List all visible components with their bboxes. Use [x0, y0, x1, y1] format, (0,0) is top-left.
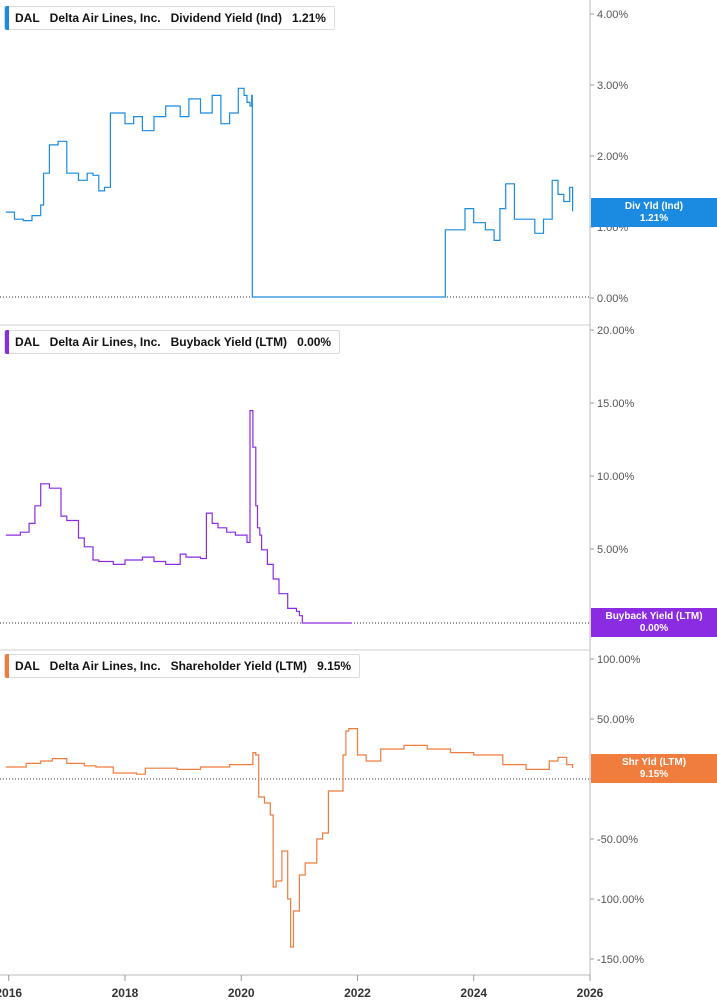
tag-label: Shr Yld (LTM)	[621, 757, 687, 768]
chip-company: Delta Air Lines, Inc.	[49, 11, 161, 25]
y-tick-label: 2.00%	[597, 151, 628, 163]
y-tick-label: -100.00%	[597, 894, 644, 906]
x-tick-label: 2016	[0, 986, 22, 1000]
tag-value: 1.21%	[639, 213, 669, 224]
chip-metric: Shareholder Yield (LTM)	[170, 659, 308, 673]
y-tick-label: 5.00%	[597, 544, 628, 556]
current-value-tag-buyback: Buyback Yield (LTM) 0.00%	[591, 608, 717, 637]
series-line	[5, 410, 352, 624]
x-tick-label: 2024	[460, 986, 487, 1000]
chip-company: Delta Air Lines, Inc.	[49, 659, 161, 673]
legend-chip-shareholder-yield[interactable]: DAL Delta Air Lines, Inc. Shareholder Yi…	[4, 654, 361, 678]
y-tick-label: 20.00%	[597, 325, 635, 337]
y-tick-label: 0.00%	[597, 293, 628, 305]
chip-metric: Buyback Yield (LTM)	[170, 335, 288, 349]
series-line	[5, 728, 574, 948]
current-value-tag-shareholder: Shr Yld (LTM) 9.15%	[591, 754, 717, 783]
tag-value: 9.15%	[639, 769, 669, 780]
chart-panel-2: 20.00% 15.00% 10.00% 5.00%	[0, 324, 635, 624]
tag-label: Buyback Yield (LTM)	[605, 611, 703, 622]
x-tick-label: 2020	[228, 986, 255, 1000]
series-color-swatch	[5, 654, 9, 678]
y-tick-label: 10.00%	[597, 471, 635, 483]
chip-current-value: 0.00%	[297, 335, 332, 349]
y-tick-label: -50.00%	[597, 834, 638, 846]
y-tick-label: 100.00%	[597, 654, 641, 666]
y-tick-label: 4.00%	[597, 9, 628, 21]
current-value-tag-dividend: Div Yld (Ind) 1.21%	[591, 198, 717, 227]
series-color-swatch	[5, 6, 9, 30]
chip-company: Delta Air Lines, Inc.	[49, 335, 161, 349]
tag-label: Div Yld (Ind)	[624, 201, 684, 212]
y-tick-label: -150.00%	[597, 954, 644, 966]
y-tick-label: 50.00%	[597, 714, 635, 726]
legend-chip-dividend-yield[interactable]: DAL Delta Air Lines, Inc. Dividend Yield…	[4, 6, 335, 30]
stacked-yield-charts: 4.00%3.00%2.00%1.00%0.00%20.00%15.00%10.…	[0, 0, 644, 1000]
series-line	[5, 87, 574, 298]
chip-current-value: 1.21%	[291, 11, 326, 25]
chip-ticker: DAL	[15, 335, 40, 349]
chip-ticker: DAL	[15, 11, 40, 25]
chip-current-value: 9.15%	[317, 659, 352, 673]
x-tick-label: 2018	[112, 986, 139, 1000]
chart-panel-3: 100.00%50.00%0.00%-50.00%-100.00%-150.00…	[0, 649, 644, 966]
y-tick-label: 15.00%	[597, 398, 635, 410]
chip-ticker: DAL	[15, 659, 40, 673]
chart-panel-1: 4.00%3.00%2.00%1.00%0.00%	[0, 9, 628, 305]
x-tick-label: 2022	[344, 986, 371, 1000]
x-tick-label: 2026	[577, 986, 604, 1000]
chip-metric: Dividend Yield (Ind)	[170, 11, 282, 25]
y-tick-label: 3.00%	[597, 80, 628, 92]
tag-value: 0.00%	[639, 623, 669, 634]
legend-chip-buyback-yield[interactable]: DAL Delta Air Lines, Inc. Buyback Yield …	[4, 330, 341, 354]
series-color-swatch	[5, 330, 9, 354]
